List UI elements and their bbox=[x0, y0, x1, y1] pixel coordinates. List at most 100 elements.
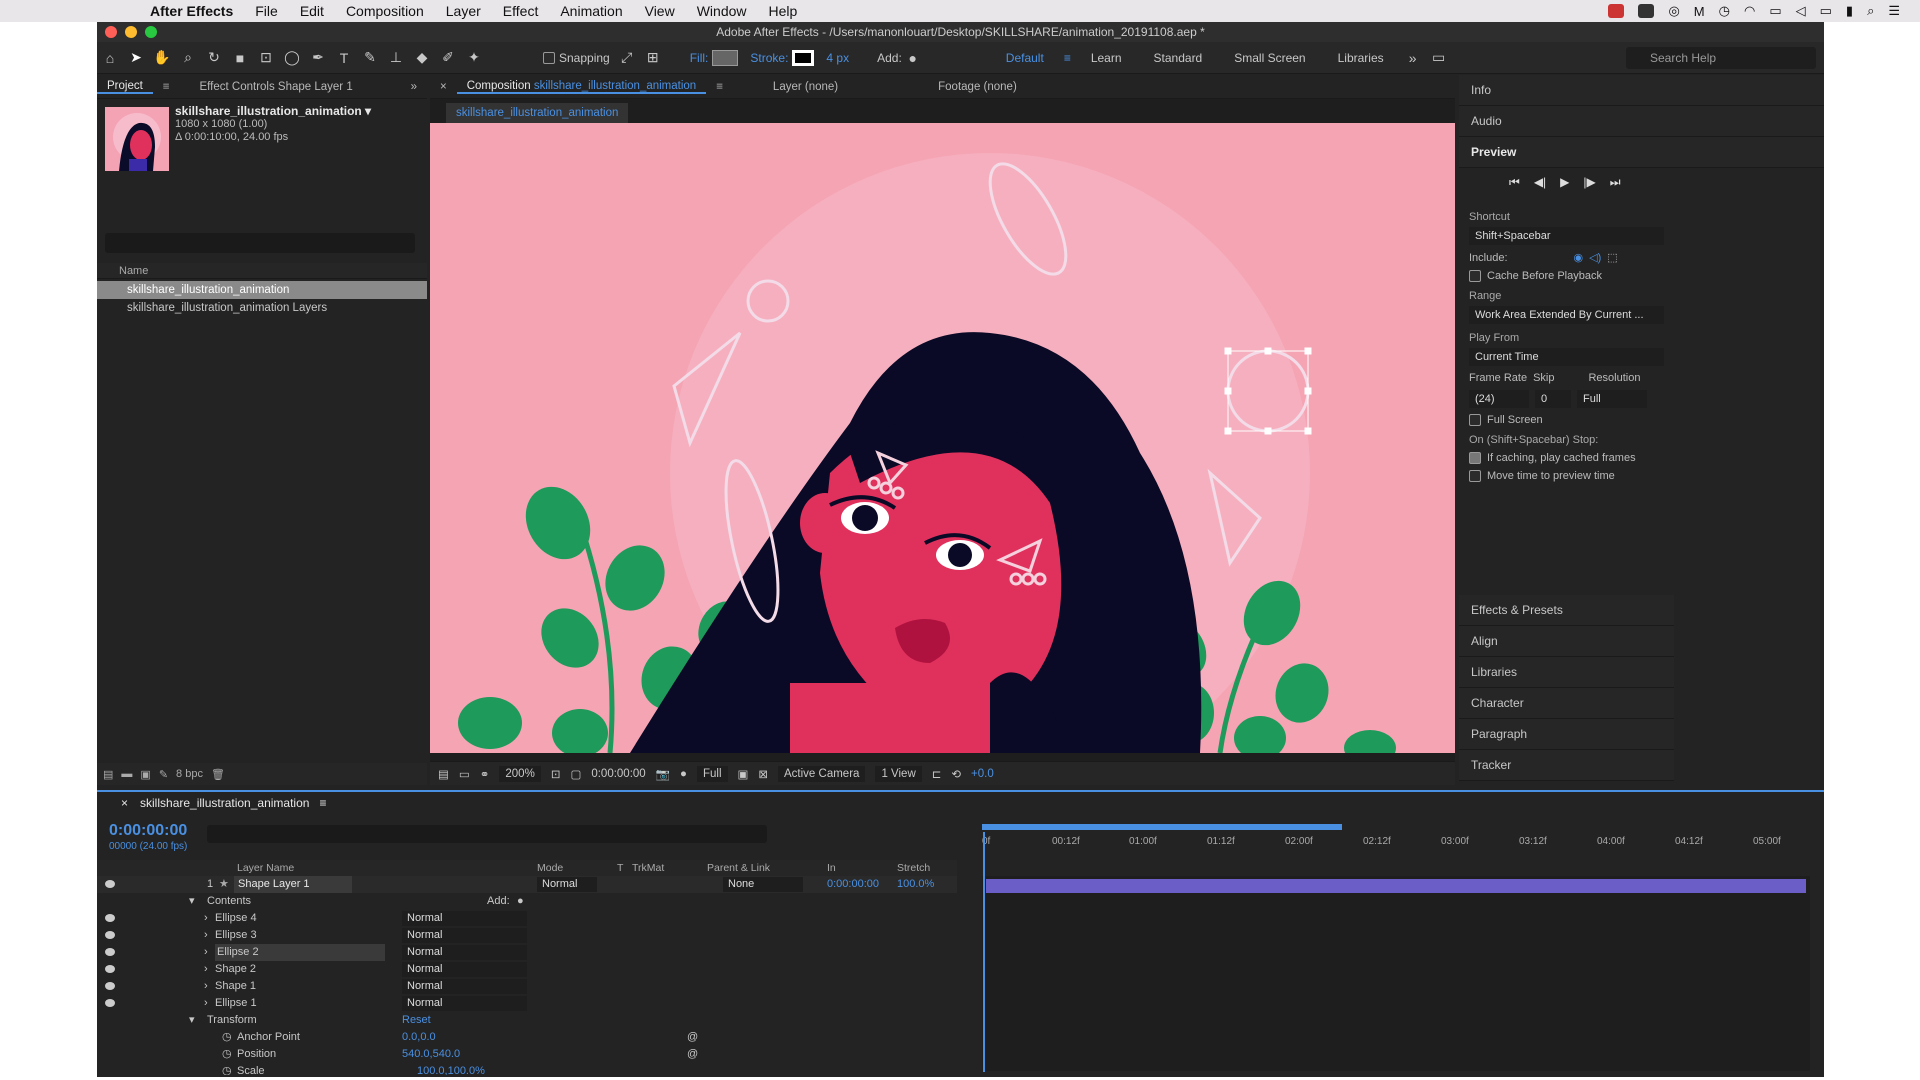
rotation-tool-icon[interactable]: ↻ bbox=[201, 47, 227, 69]
reset-exposure-icon[interactable]: ⟲ bbox=[951, 767, 961, 781]
tab-project[interactable]: Project bbox=[97, 80, 153, 94]
menu-layer[interactable]: Layer bbox=[446, 3, 481, 19]
col-trkmat[interactable]: TrkMat bbox=[632, 860, 664, 876]
next-frame-icon[interactable]: |▶ bbox=[1583, 175, 1595, 190]
time-machine-icon[interactable]: ◷ bbox=[1719, 3, 1730, 19]
menu-app-name[interactable]: After Effects bbox=[150, 3, 233, 19]
expression-pickwhip-icon[interactable]: @ bbox=[687, 1046, 698, 1063]
views-select[interactable]: 1 View bbox=[875, 765, 922, 782]
snapshot-icon[interactable]: 📷 bbox=[656, 767, 670, 781]
parent-select[interactable]: None bbox=[723, 877, 803, 892]
zoom-tool-icon[interactable]: ⌕ bbox=[175, 47, 201, 69]
shape-name[interactable]: Ellipse 1 bbox=[215, 995, 257, 1012]
hand-tool-icon[interactable]: ✋ bbox=[149, 47, 175, 69]
delete-icon[interactable]: 🗑 bbox=[211, 768, 225, 781]
selection-tool-icon[interactable]: ➤ bbox=[123, 47, 149, 69]
menu-edit[interactable]: Edit bbox=[300, 3, 324, 19]
menu-composition[interactable]: Composition bbox=[346, 3, 424, 19]
frame-rate-select[interactable]: (24) bbox=[1469, 390, 1529, 408]
interpret-footage-icon[interactable]: ▤ bbox=[103, 768, 113, 781]
transform-chevron-icon[interactable]: ▾ bbox=[189, 1012, 195, 1029]
visibility-eye-icon[interactable] bbox=[105, 914, 115, 922]
shape-row[interactable]: › Ellipse 4 Normal bbox=[97, 910, 957, 927]
shape-name[interactable]: Ellipse 4 bbox=[215, 910, 257, 927]
close-window-icon[interactable] bbox=[105, 26, 117, 38]
property-row-anchor-point[interactable]: ◷ Anchor Point 0.0,0.0 @ bbox=[97, 1029, 957, 1046]
tab-effect-controls[interactable]: Effect Controls Shape Layer 1 bbox=[190, 81, 363, 93]
always-preview-icon[interactable]: ▤ bbox=[438, 767, 449, 781]
shape-chevron-icon[interactable]: › bbox=[204, 978, 208, 995]
tab-composition[interactable]: Composition skillshare_illustration_anim… bbox=[456, 80, 707, 94]
skip-select[interactable]: 0 bbox=[1535, 390, 1571, 408]
workspace-overflow-icon[interactable]: » bbox=[1400, 47, 1426, 69]
shape-row[interactable]: › Shape 2 Normal bbox=[97, 961, 957, 978]
workspace-standard[interactable]: Standard bbox=[1154, 51, 1203, 65]
shape-mode-select[interactable]: Normal bbox=[402, 911, 527, 926]
play-icon[interactable]: ▶ bbox=[1560, 175, 1569, 190]
col-stretch[interactable]: Stretch bbox=[897, 860, 930, 876]
cache-checkbox[interactable] bbox=[1469, 270, 1481, 282]
add-button-icon[interactable]: ● bbox=[906, 47, 920, 69]
stopwatch-icon[interactable]: ◷ bbox=[222, 1063, 232, 1075]
visibility-eye-icon[interactable] bbox=[105, 965, 115, 973]
new-folder-icon[interactable]: ▬ bbox=[121, 768, 132, 780]
zoom-window-icon[interactable] bbox=[145, 26, 157, 38]
close-timeline-icon[interactable]: × bbox=[121, 796, 128, 810]
panel-overflow-icon[interactable]: » bbox=[401, 81, 427, 93]
brush-tool-icon[interactable]: ✎ bbox=[357, 47, 383, 69]
shape-row[interactable]: › Ellipse 1 Normal bbox=[97, 995, 957, 1012]
mask-visibility-icon[interactable]: ▭ bbox=[459, 767, 470, 781]
workspace-menu-icon[interactable]: ≡ bbox=[1064, 51, 1071, 65]
panel-libraries[interactable]: Libraries bbox=[1459, 657, 1674, 688]
eraser-tool-icon[interactable]: ◆ bbox=[409, 47, 435, 69]
timeline-menu-icon[interactable]: ≡ bbox=[319, 796, 326, 810]
stroke-swatch[interactable] bbox=[792, 49, 815, 66]
exposure-value[interactable]: +0.0 bbox=[971, 768, 994, 780]
time-ruler[interactable]: 0f 00:12f 01:00f 01:12f 02:00f 02:12f 03… bbox=[982, 824, 1824, 860]
snapping-checkbox[interactable] bbox=[543, 51, 555, 64]
col-t[interactable]: T bbox=[617, 860, 623, 876]
tab-layer[interactable]: Layer (none) bbox=[763, 81, 848, 93]
col-mode[interactable]: Mode bbox=[537, 860, 563, 876]
panel-preview[interactable]: Preview bbox=[1459, 137, 1824, 168]
shape-mode-select[interactable]: Normal bbox=[402, 979, 527, 994]
layer-stretch[interactable]: 100.0% bbox=[897, 876, 934, 893]
bpc-label[interactable]: 8 bpc bbox=[176, 768, 203, 780]
puppet-tool-icon[interactable]: ✦ bbox=[461, 47, 487, 69]
transform-row[interactable]: ▾ Transform Reset bbox=[97, 1012, 957, 1029]
menu-file[interactable]: File bbox=[255, 3, 278, 19]
panel-paragraph[interactable]: Paragraph bbox=[1459, 719, 1674, 750]
shape-name[interactable]: Ellipse 2 bbox=[215, 944, 385, 961]
visibility-eye-icon[interactable] bbox=[105, 999, 115, 1007]
menu-view[interactable]: View bbox=[645, 3, 675, 19]
include-audio-icon[interactable]: ◁) bbox=[1589, 251, 1601, 264]
wifi-icon[interactable]: ◠ bbox=[1744, 3, 1755, 19]
search-help-input[interactable]: Search Help bbox=[1626, 47, 1816, 69]
new-comp-icon[interactable]: ▣ bbox=[140, 768, 150, 781]
toggle-pixel-icon[interactable]: ⊏ bbox=[932, 767, 942, 781]
battery-icon[interactable]: ▭ bbox=[1820, 3, 1832, 19]
timeline-comp-tab[interactable]: skillshare_illustration_animation bbox=[140, 796, 309, 810]
show-channel-icon[interactable]: ● bbox=[680, 768, 687, 780]
panel-tracker[interactable]: Tracker bbox=[1459, 750, 1674, 781]
shape-name[interactable]: Shape 1 bbox=[215, 978, 256, 995]
notification-center-icon[interactable]: ☰ bbox=[1888, 3, 1900, 19]
fit-icon[interactable]: ⊡ bbox=[551, 767, 561, 781]
pen-tool-icon[interactable]: ✒ bbox=[305, 47, 331, 69]
workspace-learn[interactable]: Learn bbox=[1091, 51, 1122, 65]
work-area-bar[interactable] bbox=[982, 824, 1342, 830]
project-search-input[interactable] bbox=[105, 233, 415, 253]
malwarebytes-icon[interactable]: M bbox=[1694, 4, 1705, 19]
layer-name[interactable]: Shape Layer 1 bbox=[234, 876, 352, 893]
prev-frame-icon[interactable]: ◀| bbox=[1534, 175, 1546, 190]
last-frame-icon[interactable]: ⏭ bbox=[1610, 175, 1621, 190]
project-item-folder[interactable]: skillshare_illustration_animation Layers bbox=[97, 299, 427, 317]
layer-in-time[interactable]: 0:00:00:00 bbox=[827, 876, 879, 893]
shape-chevron-icon[interactable]: › bbox=[204, 995, 208, 1012]
stopwatch-icon[interactable]: ◷ bbox=[222, 1046, 232, 1063]
ellipse-tool-icon[interactable]: ◯ bbox=[279, 47, 305, 69]
shape-mode-select[interactable]: Normal bbox=[402, 945, 527, 960]
preview-options-icon[interactable]: ⚭ bbox=[480, 767, 490, 781]
layer-duration-bar[interactable] bbox=[986, 879, 1806, 893]
transform-reset-link[interactable]: Reset bbox=[402, 1012, 431, 1029]
